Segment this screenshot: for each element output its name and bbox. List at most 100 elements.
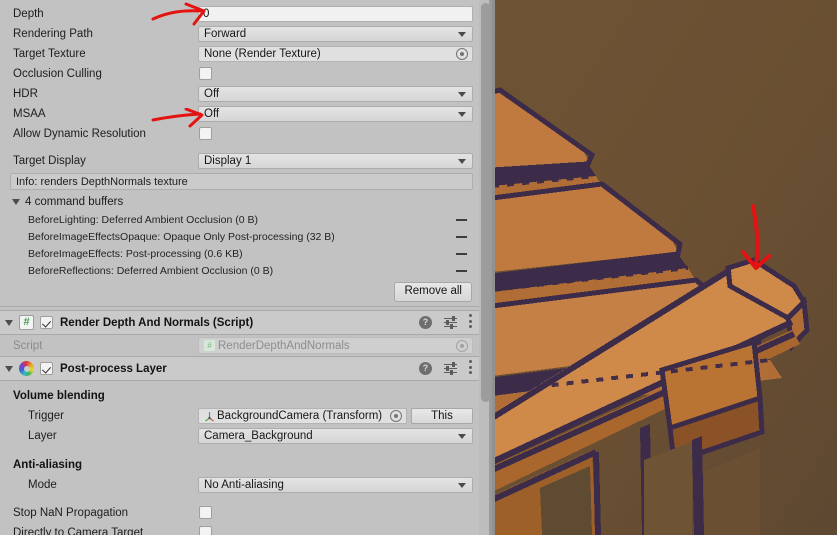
chevron-down-icon <box>458 483 466 488</box>
field-label-script: Script <box>13 339 43 352</box>
msaa-wrap: Off <box>198 106 473 122</box>
field-label-target-texture: Target Texture <box>13 48 86 60</box>
field-label-hdr: HDR <box>13 88 38 100</box>
field-row-trigger: Trigger BackgroundCamera (Transform) Thi… <box>0 406 479 426</box>
layer-value: Camera_Background <box>204 430 313 442</box>
triangle-down-icon <box>12 198 20 205</box>
trigger-wrap: BackgroundCamera (Transform) This <box>198 408 473 424</box>
preset-icon[interactable] <box>444 361 457 376</box>
trigger-object-field[interactable]: BackgroundCamera (Transform) <box>198 408 407 424</box>
remove-all-row: Remove all <box>0 282 479 302</box>
field-row-target-display: Target Display Display 1 <box>0 151 479 171</box>
field-label-trigger: Trigger <box>28 410 64 422</box>
field-row-directly-to-camera-target: Directly to Camera Target <box>0 523 479 535</box>
command-buffer-label: BeforeReflections: Deferred Ambient Occl… <box>28 264 274 277</box>
depth-input[interactable]: 0 <box>198 6 473 22</box>
hdr-dropdown[interactable]: Off <box>198 86 473 102</box>
triangle-down-icon[interactable] <box>5 365 13 372</box>
field-row-depth: Depth 0 <box>0 4 479 24</box>
component-enabled-checkbox[interactable] <box>40 362 53 375</box>
rendering-path-value: Forward <box>204 28 247 40</box>
object-picker-icon <box>456 339 468 352</box>
target-display-dropdown[interactable]: Display 1 <box>198 153 473 169</box>
field-row-allow-dynamic-resolution: Allow Dynamic Resolution <box>0 124 479 144</box>
component-header-icons: ? <box>419 357 472 380</box>
csharp-script-icon: # <box>19 315 34 330</box>
msaa-dropdown[interactable]: Off <box>198 106 473 122</box>
trigger-this-button[interactable]: This <box>411 408 473 424</box>
remove-command-buffer-icon[interactable] <box>456 218 467 221</box>
msaa-value: Off <box>204 108 220 120</box>
triangle-down-icon[interactable] <box>5 319 13 326</box>
section-header-volume-blending: Volume blending <box>13 389 105 402</box>
remove-command-buffer-icon[interactable] <box>456 252 467 255</box>
field-label-occlusion-culling: Occlusion Culling <box>13 68 102 80</box>
field-row-mode: Mode No Anti-aliasing <box>0 475 479 495</box>
component-enabled-checkbox[interactable] <box>40 316 53 329</box>
field-label-rendering-path: Rendering Path <box>13 28 93 40</box>
script-value: RenderDepthAndNormals <box>218 339 350 352</box>
target-display-value: Display 1 <box>204 155 252 167</box>
field-row-stop-nan-propagation: Stop NaN Propagation <box>0 503 479 523</box>
command-buffer-label: BeforeImageEffects: Post-processing (0.6… <box>28 247 243 260</box>
target-texture-object-field[interactable]: None (Render Texture) <box>198 46 473 62</box>
field-label-stop-nan-propagation: Stop NaN Propagation <box>13 507 129 519</box>
field-row-target-texture: Target Texture None (Render Texture) <box>0 44 479 64</box>
field-label-target-display: Target Display <box>13 155 86 167</box>
target-display-wrap: Display 1 <box>198 153 473 169</box>
chevron-down-icon <box>458 92 466 97</box>
object-picker-icon[interactable] <box>390 410 402 422</box>
field-label-allow-dynamic-resolution: Allow Dynamic Resolution <box>13 128 146 140</box>
field-label-directly-to-camera-target: Directly to Camera Target <box>13 527 144 535</box>
remove-command-buffer-icon[interactable] <box>456 269 467 272</box>
chevron-down-icon <box>458 112 466 117</box>
command-buffer-row: BeforeImageEffectsOpaque: Opaque Only Po… <box>0 228 479 245</box>
field-label-msaa: MSAA <box>13 108 46 120</box>
section-header-anti-aliasing: Anti-aliasing <box>13 458 83 471</box>
command-buffers-foldout[interactable]: 4 command buffers <box>0 192 479 211</box>
remove-command-buffer-icon[interactable] <box>456 235 467 238</box>
field-row-msaa: MSAA Off <box>0 104 479 124</box>
hdr-wrap: Off <box>198 86 473 102</box>
stop-nan-propagation-checkbox[interactable] <box>199 506 212 519</box>
trigger-value: BackgroundCamera (Transform) <box>217 410 383 422</box>
allow-dynamic-resolution-checkbox[interactable] <box>199 127 212 140</box>
component-header-post-process-layer[interactable]: Post-process Layer ? <box>0 356 479 381</box>
kebab-menu-icon[interactable] <box>469 314 472 331</box>
script-field-wrap: # RenderDepthAndNormals <box>198 337 473 354</box>
occlusion-culling-checkbox[interactable] <box>199 67 212 80</box>
component-header-render-depth-and-normals[interactable]: # Render Depth And Normals (Script) ? <box>0 310 479 335</box>
layer-dropdown[interactable]: Camera_Background <box>198 428 473 444</box>
field-row-hdr: HDR Off <box>0 84 479 104</box>
component-title: Render Depth And Normals (Script) <box>60 316 254 329</box>
game-view-render <box>492 0 837 535</box>
depth-field-wrap: 0 <box>198 6 473 22</box>
game-view[interactable] <box>492 0 837 535</box>
chevron-down-icon <box>458 434 466 439</box>
field-label-depth: Depth <box>13 8 44 20</box>
remove-all-button[interactable]: Remove all <box>394 282 472 302</box>
mode-wrap: No Anti-aliasing <box>198 477 473 493</box>
command-buffer-row: BeforeReflections: Deferred Ambient Occl… <box>0 262 479 279</box>
csharp-script-mini-icon: # <box>204 340 215 351</box>
anti-aliasing-mode-dropdown[interactable]: No Anti-aliasing <box>198 477 473 493</box>
help-icon[interactable]: ? <box>419 316 432 329</box>
command-buffer-row: BeforeImageEffects: Post-processing (0.6… <box>0 245 479 262</box>
object-picker-icon[interactable] <box>456 48 468 60</box>
post-process-layer-icon <box>19 361 34 376</box>
rendering-path-dropdown[interactable]: Forward <box>198 26 473 42</box>
field-label-layer: Layer <box>28 430 57 442</box>
component-title: Post-process Layer <box>60 362 167 375</box>
info-box: Info: renders DepthNormals texture <box>10 173 473 190</box>
preset-icon[interactable] <box>444 315 457 330</box>
field-row-rendering-path: Rendering Path Forward <box>0 24 479 44</box>
rendering-path-wrap: Forward <box>198 26 473 42</box>
help-icon[interactable]: ? <box>419 362 432 375</box>
divider <box>0 306 479 307</box>
command-buffer-row: BeforeLighting: Deferred Ambient Occlusi… <box>0 211 479 228</box>
kebab-menu-icon[interactable] <box>469 360 472 377</box>
component-header-icons: ? <box>419 311 472 334</box>
target-texture-wrap: None (Render Texture) <box>198 46 473 62</box>
command-buffer-label: BeforeImageEffectsOpaque: Opaque Only Po… <box>28 230 335 243</box>
directly-to-camera-target-checkbox[interactable] <box>199 526 212 535</box>
